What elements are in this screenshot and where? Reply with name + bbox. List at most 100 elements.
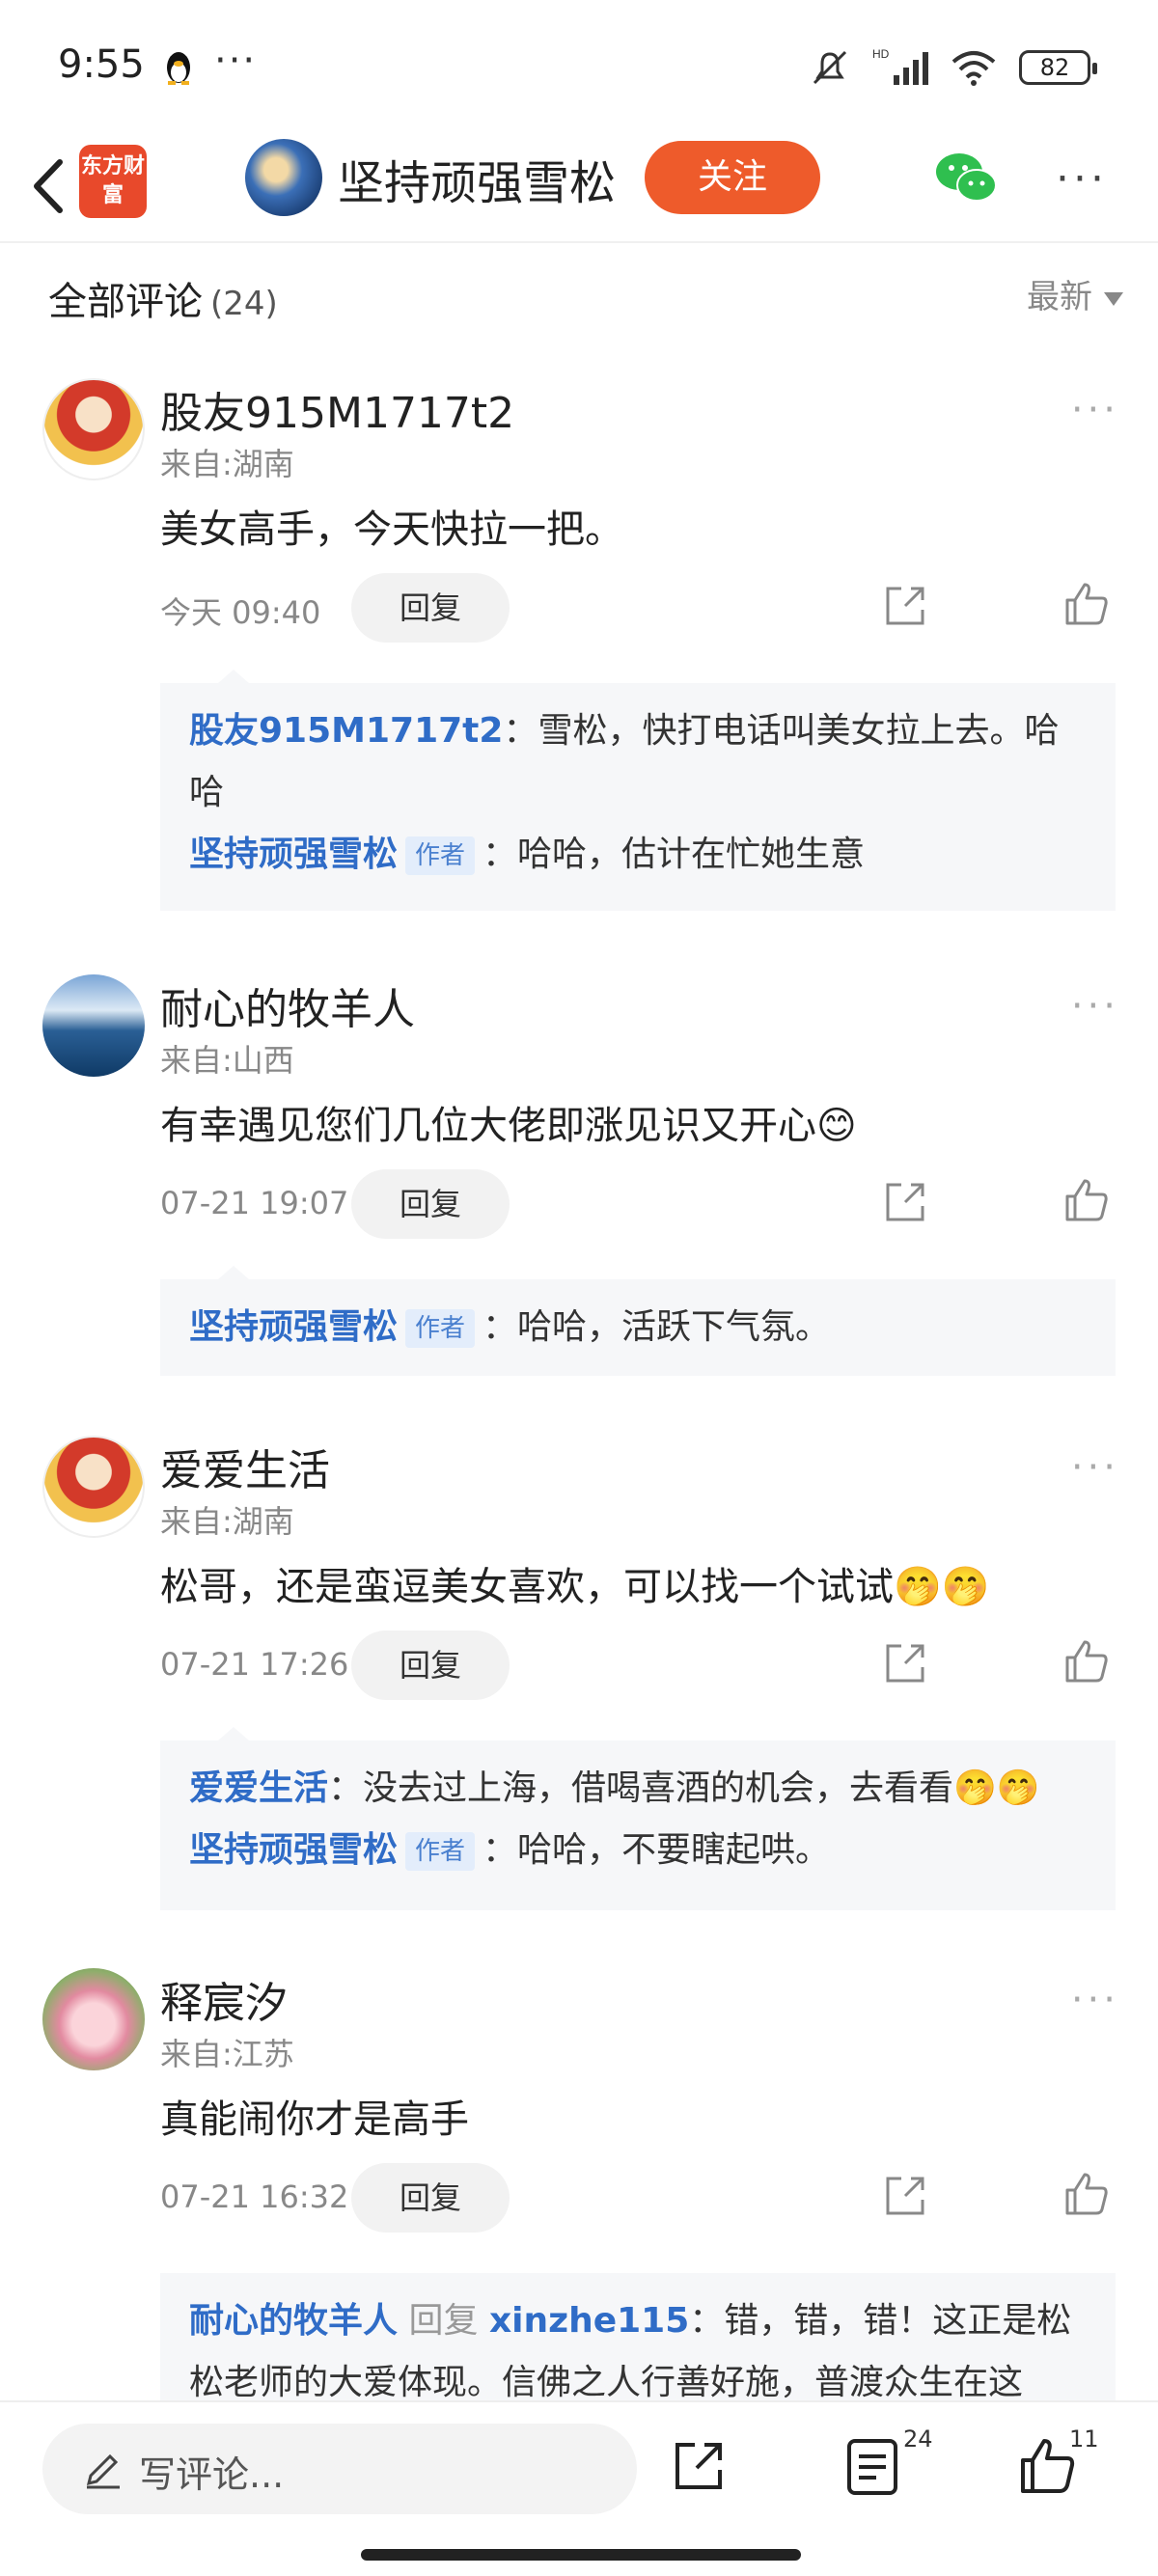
reply-text: ：哈哈，不要瞎起哄。 [482,1830,831,1870]
comment-time: 07-21 16:32 [160,2179,349,2215]
like-count-badge: 11 [1069,2425,1099,2453]
wechat-icon[interactable] [934,151,998,206]
reply-text: ：哈哈，活跃下气氛。 [482,1307,831,1347]
thumbs-up-icon[interactable] [1062,2169,1112,2219]
comment-more-icon[interactable]: ··· [1071,1978,1119,2022]
share-icon[interactable] [880,1177,930,1227]
reply-thread: 股友915M1717t2：雪松，快打电话叫美女拉上去。哈 哈 坚持顽强雪松 作者：… [160,670,1116,911]
reply-word: 回复 [408,2301,479,2341]
avatar[interactable] [42,378,145,480]
comment-more-icon[interactable]: ··· [1071,1445,1119,1490]
reply-text: ：错，错，错！这正是松 [689,2301,1072,2341]
comment-count-badge: 24 [903,2425,933,2453]
comment-text: 真能闹你才是高手 [160,2097,469,2142]
home-indicator[interactable] [361,2549,801,2561]
mute-bell-icon [813,50,847,85]
comment-username[interactable]: 爱爱生活 [160,1436,330,1497]
author-badge: 作者 [405,1309,476,1348]
share-icon[interactable] [670,2437,728,2495]
share-icon[interactable] [880,2171,930,2221]
reply-line: 股友915M1717t2：雪松，快打电话叫美女拉上去。哈 [189,700,1087,762]
comment-time: 07-21 17:26 [160,1646,349,1683]
signal-icon: HD [872,47,928,85]
comment-username[interactable]: 股友915M1717t2 [160,378,514,440]
follow-button[interactable]: 关注 [645,141,820,214]
reply-line: 坚持顽强雪松 作者 ：哈哈，不要瞎起哄。 [189,1820,1087,1881]
reply-text: ：哈哈，估计在忙她生意 [482,835,866,874]
pencil-icon [86,2453,120,2489]
comment-input[interactable]: 写评论... [42,2424,637,2514]
reply-button[interactable]: 回复 [351,2163,510,2233]
reply-line-cont: 松老师的大爱体现。信佛之人行善好施，普渡众生在这 [189,2363,1024,2400]
reply-thread: 坚持顽强雪松 作者 ：哈哈，活跃下气氛。 [160,1266,1116,1376]
thumbs-up-icon[interactable] [1062,579,1112,629]
reply-text: ：雪松，快打电话叫美女拉上去。哈 [503,711,1060,751]
comments-title-text: 全部评论 [48,280,203,324]
qq-penguin-icon [167,52,190,85]
comment-location: 来自:湖南 [160,446,294,482]
avatar[interactable] [42,1436,145,1538]
author-name[interactable]: 坚持顽强雪松 [338,145,616,212]
reply-line: 坚持顽强雪松 作者 ：哈哈，活跃下气氛。 [189,1297,1087,1358]
share-icon[interactable] [880,1638,930,1688]
reply-button[interactable]: 回复 [351,1631,510,1700]
avatar[interactable] [42,1968,145,2070]
svg-text:HD: HD [872,47,890,61]
comment-input-placeholder: 写评论... [139,2453,285,2496]
reply-button[interactable]: 回复 [351,573,510,643]
reply-thread: 耐心的牧羊人 回复 xinzhe115：错，错，错！这正是松 松老师的大爱体现。… [160,2273,1116,2400]
author-badge: 作者 [405,836,476,875]
status-bar: 9:55 ··· HD 82 [0,0,1158,135]
comment-text: 松哥，还是蛮逗美女喜欢，可以找一个试试🤭🤭 [160,1565,990,1609]
caret-down-icon [1104,291,1123,306]
top-nav: 东方财富 坚持顽强雪松 关注 ··· [0,135,1158,243]
comment-more-icon[interactable]: ··· [1071,388,1119,432]
reply-thread: 爱爱生活：没去过上海，借喝喜酒的机会，去看看🤭🤭 坚持顽强雪松 作者 ：哈哈，不要瞎… [160,1727,1116,1910]
comments-title: 全部评论 (24) [48,270,278,326]
reply-username[interactable]: 坚持顽强雪松 [189,1830,398,1870]
battery-level: 82 [1039,54,1070,81]
reply-line: 爱爱生活：没去过上海，借喝喜酒的机会，去看看🤭🤭 [189,1758,1087,1820]
comment-time: 今天 09:40 [160,594,321,631]
thumbs-up-icon[interactable] [1062,1636,1112,1686]
comment-text: 有幸遇见您们几位大佬即涨见识又开心😊 [160,1104,857,1148]
status-icons: HD 82 [809,46,1097,89]
avatar[interactable] [42,974,145,1077]
battery-icon: 82 [1019,50,1097,85]
share-icon[interactable] [880,581,930,631]
reply-text: ：没去过上海，借喝喜酒的机会，去看看🤭🤭 [328,1768,1040,1808]
comment-username[interactable]: 释宸汐 [160,1968,288,2030]
comment-time: 07-21 19:07 [160,1185,349,1221]
reply-username[interactable]: 股友915M1717t2 [189,711,503,751]
sort-dropdown[interactable]: 最新 [1027,270,1123,317]
reply-line-cont: 哈 [189,773,225,812]
author-avatar[interactable] [245,139,322,216]
comment-location: 来自:湖南 [160,1503,294,1540]
thumbs-up-icon[interactable] [1062,1175,1112,1225]
author-badge: 作者 [405,1832,476,1871]
comment-username[interactable]: 耐心的牧羊人 [160,974,415,1036]
reply-button[interactable]: 回复 [351,1169,510,1239]
wifi-icon [951,51,996,86]
comment-text: 美女高手，今天快拉一把。 [160,507,623,552]
reply-target-username[interactable]: xinzhe115 [489,2301,689,2341]
comments-list-icon[interactable] [845,2437,899,2497]
reply-username[interactable]: 耐心的牧羊人 [189,2301,398,2341]
reply-username[interactable]: 坚持顽强雪松 [189,1307,398,1347]
comment-location: 来自:江苏 [160,2036,294,2072]
reply-line: 坚持顽强雪松 作者 ：哈哈，估计在忙她生意 [189,824,1087,886]
back-chevron-icon[interactable] [21,152,79,220]
more-notifications-icon: ··· [214,39,258,83]
comments-count: (24) [210,285,278,323]
reply-line: 耐心的牧羊人 回复 xinzhe115：错，错，错！这正是松 [189,2290,1087,2352]
status-time: 9:55 [58,42,145,87]
app-logo[interactable]: 东方财富 [79,145,147,218]
comment-location: 来自:山西 [160,1042,294,1079]
comment-more-icon[interactable]: ··· [1071,984,1119,1028]
thumbs-up-icon[interactable] [1017,2435,1077,2497]
sort-label: 最新 [1027,278,1092,316]
more-options-icon[interactable]: ··· [1056,154,1108,204]
reply-username[interactable]: 坚持顽强雪松 [189,835,398,874]
reply-username[interactable]: 爱爱生活 [189,1768,328,1808]
bottom-bar: 写评论... 24 11 [0,2400,1158,2576]
